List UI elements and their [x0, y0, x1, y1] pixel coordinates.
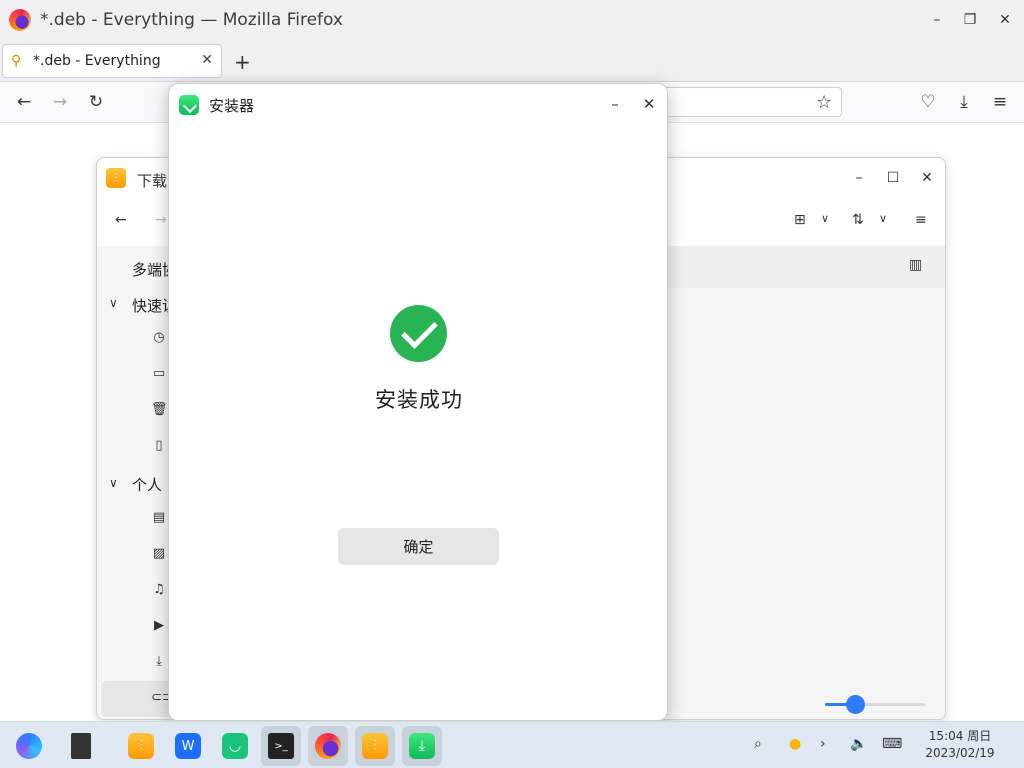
fm-maximize-button[interactable]: ☐ [883, 168, 903, 188]
close-button[interactable]: ✕ [993, 8, 1017, 32]
launcher-icon [16, 733, 42, 759]
phone-icon[interactable]: ▯ [151, 438, 167, 454]
pocket-icon[interactable]: ♡ [916, 90, 940, 114]
back-icon[interactable]: ← [12, 90, 36, 114]
installer-icon: ⤓ [409, 733, 435, 759]
quick-access-chevron-icon[interactable]: ∨ [109, 296, 118, 310]
terminal-icon: >_ [268, 733, 294, 759]
tab-label: *.deb - Everything [33, 53, 161, 69]
minimize-button[interactable]: – [925, 8, 949, 32]
taskbar-installer[interactable]: ⤓ [402, 726, 442, 766]
sun-icon[interactable]: ● [789, 736, 801, 752]
volume-icon[interactable]: 🔈 [850, 736, 867, 752]
music-icon[interactable]: ♫ [151, 582, 167, 598]
taskbar-terminal[interactable]: >_ [261, 726, 301, 766]
link-icon[interactable]: ⊂⊃ [151, 690, 173, 706]
multitask-view-button[interactable] [61, 726, 101, 766]
trash-icon[interactable]: 🗑 [151, 402, 168, 418]
search-icon: ⚲ [11, 53, 22, 69]
chevron-right-icon[interactable]: › [820, 736, 826, 752]
wps-icon: W [175, 733, 201, 759]
clock[interactable]: 15:04 周日 2023/02/19 [920, 728, 1000, 762]
multitask-icon [71, 733, 91, 759]
dialog-close-button[interactable]: ✕ [637, 92, 661, 116]
taskbar-file-manager-2[interactable]: ⫶ [355, 726, 395, 766]
fm-menu-icon[interactable]: ≡ [915, 212, 927, 228]
fm-close-button[interactable]: ✕ [917, 168, 937, 188]
new-tab-button[interactable]: + [234, 50, 251, 74]
firefox-icon [315, 733, 341, 759]
zoom-slider-knob[interactable] [846, 695, 865, 714]
download-icon[interactable]: ⤓ [952, 90, 976, 114]
grid-view-icon[interactable]: ⊞ [794, 212, 806, 228]
keyboard-icon[interactable]: ⌨ [882, 736, 902, 752]
ok-button[interactable]: 确定 [338, 528, 499, 565]
installer-dialog: 安装器 – ✕ 安装成功 确定 [168, 83, 668, 721]
view-chevron-down-icon[interactable]: ∨ [821, 212, 829, 225]
firefox-logo-icon [9, 9, 31, 31]
file-list-header [667, 246, 945, 288]
taskbar-messenger[interactable]: ◡ [215, 726, 255, 766]
restore-button[interactable]: ❐ [958, 8, 982, 32]
taskbar-file-manager[interactable]: ⫶ [121, 726, 161, 766]
dialog-title: 安装器 [209, 97, 255, 115]
reload-icon[interactable]: ↻ [84, 90, 108, 114]
videos-icon[interactable]: ▶ [151, 618, 167, 634]
bookmark-star-icon[interactable]: ☆ [816, 92, 832, 113]
tab-bar: ⚲ *.deb - Everything ✕ [0, 40, 1024, 82]
downloads-icon[interactable]: ⤓ [151, 654, 167, 670]
sort-chevron-down-icon[interactable]: ∨ [879, 212, 887, 225]
fm-forward-icon[interactable]: → [155, 212, 167, 228]
chat-icon: ◡ [222, 733, 248, 759]
menu-icon[interactable]: ≡ [988, 90, 1012, 114]
file-manager-app-icon: ⫶ [106, 168, 126, 188]
column-view-icon[interactable]: ▥ [909, 257, 922, 273]
dialog-minimize-button[interactable]: – [603, 92, 627, 116]
success-message: 安装成功 [375, 388, 463, 412]
documents-icon[interactable]: ▤ [151, 510, 167, 526]
file-manager-icon: ⫶ [128, 733, 154, 759]
computer-icon[interactable]: ▭ [151, 366, 167, 382]
forward-icon[interactable]: → [48, 90, 72, 114]
search-icon[interactable]: ⌕ [754, 736, 762, 752]
fm-back-icon[interactable]: ← [115, 212, 127, 228]
tab-everything[interactable]: ⚲ *.deb - Everything ✕ [2, 44, 222, 78]
success-check-icon [390, 305, 447, 362]
clock-time: 15:04 周日 [928, 729, 992, 743]
clock-date: 2023/02/19 [925, 746, 995, 760]
file-list-area [667, 246, 945, 719]
window-title: *.deb - Everything — Mozilla Firefox [40, 10, 343, 30]
taskbar: ⫶ W ◡ >_ ⫶ ⤓ ⌕ ● › 🔈 ⌨ 15:04 周日 2023/02/… [0, 721, 1024, 768]
personal-chevron-icon[interactable]: ∨ [109, 476, 118, 490]
pictures-icon[interactable]: ▨ [151, 546, 167, 562]
recent-icon[interactable]: ◷ [151, 330, 167, 346]
firefox-titlebar: *.deb - Everything — Mozilla Firefox – ❐… [0, 0, 1024, 40]
file-manager-title: 下载 [137, 172, 168, 190]
installer-app-icon [179, 95, 199, 115]
sort-icon[interactable]: ⇅ [852, 212, 864, 228]
tab-close-icon[interactable]: ✕ [201, 52, 213, 68]
file-manager-icon: ⫶ [362, 733, 388, 759]
fm-minimize-button[interactable]: – [849, 168, 869, 188]
start-menu-button[interactable] [9, 726, 49, 766]
taskbar-wps[interactable]: W [168, 726, 208, 766]
taskbar-firefox[interactable] [308, 726, 348, 766]
sidebar-section-personal[interactable]: 个人 [132, 474, 162, 495]
